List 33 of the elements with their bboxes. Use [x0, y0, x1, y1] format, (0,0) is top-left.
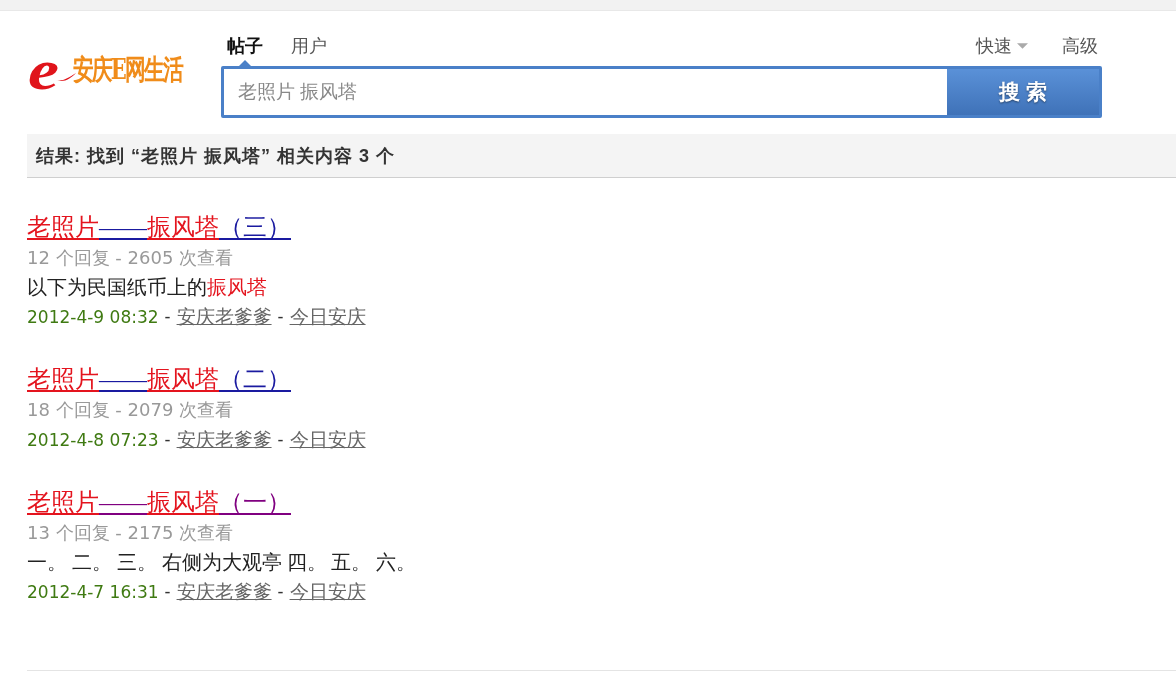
author-link[interactable]: 安庆老爹爹	[176, 577, 272, 606]
post-date-text: 2012-4-8 07:23	[27, 429, 159, 452]
result-title-link[interactable]: 老照片——振风塔（三）	[27, 211, 291, 243]
dash-separator-text: -	[164, 306, 171, 329]
caret-icon	[1017, 43, 1028, 49]
dash-separator-text: -	[164, 581, 171, 604]
result-snippet-text: 一。 二。 三。 右侧为大观亭 四。 五。 六。	[27, 551, 417, 575]
author-link[interactable]: 安庆老爹爹	[176, 302, 272, 331]
logo-mark-text: e	[27, 48, 59, 92]
result-title-link[interactable]: 老照片——振风塔（二）	[27, 363, 291, 395]
author-link[interactable]: 安庆老爹爹	[176, 425, 272, 454]
forum-link[interactable]: 今日安庆	[289, 425, 366, 454]
dash-separator-text: -	[277, 306, 284, 329]
results-summary-text: 结果: 找到 “老照片 振风塔” 相关内容 3 个	[36, 144, 395, 168]
result-title-link[interactable]: 老照片——振风塔（一）	[27, 486, 291, 518]
advanced-link[interactable]: 高级	[1062, 33, 1098, 59]
logo-text: 安庆E网生活	[72, 51, 182, 89]
search-tab[interactable]: 用户	[285, 33, 333, 66]
result-snippet-text: 以下为民国纸币上的振风塔	[27, 276, 267, 300]
forum-link[interactable]: 今日安庆	[289, 577, 366, 606]
result-stats-text: 13 个回复 - 2175 次查看	[27, 521, 234, 545]
dash-separator-text: -	[277, 429, 284, 452]
search-button[interactable]: 搜 索	[947, 69, 1099, 115]
quick-dropdown[interactable]: 快速	[976, 33, 1028, 59]
dash-separator-text: -	[277, 581, 284, 604]
result-stats-text: 18 个回复 - 2079 次查看	[27, 398, 234, 422]
post-date-text: 2012-4-9 08:32	[27, 306, 159, 329]
post-date-text: 2012-4-7 16:31	[27, 581, 159, 604]
result-stats-text: 12 个回复 - 2605 次查看	[27, 246, 234, 270]
search-tab[interactable]: 帖子	[221, 33, 269, 66]
search-field[interactable]: 老照片 振风塔	[224, 69, 947, 115]
dash-separator-text: -	[164, 429, 171, 452]
forum-link[interactable]: 今日安庆	[289, 302, 366, 331]
